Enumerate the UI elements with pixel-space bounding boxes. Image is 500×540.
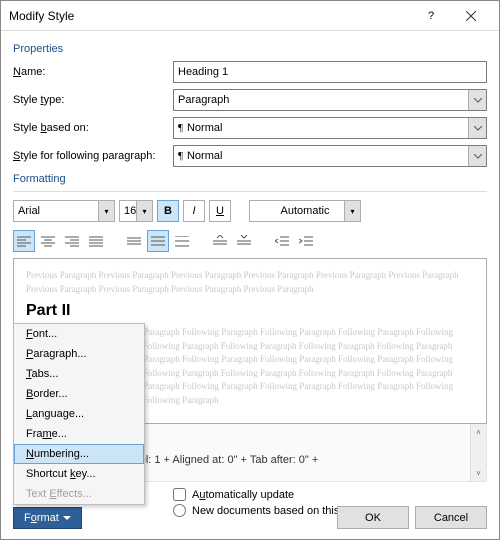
space-before-dec-button[interactable] xyxy=(233,230,255,252)
chevron-down-icon: ▾ xyxy=(344,201,360,221)
pilcrow-icon: ¶ xyxy=(178,122,183,134)
font-color-select[interactable]: Automatic ▾ xyxy=(249,200,361,222)
menu-item-numbering[interactable]: Numbering... xyxy=(14,444,144,464)
format-button[interactable]: Format xyxy=(13,507,82,529)
align-justify-button[interactable] xyxy=(85,230,107,252)
menu-item-shortcut[interactable]: Shortcut key... xyxy=(14,464,144,484)
chevron-down-icon xyxy=(468,90,486,110)
underline-button[interactable]: U xyxy=(209,200,231,222)
formatting-section-label: Formatting xyxy=(13,173,487,185)
following-label: Style for following paragraph: xyxy=(13,150,173,162)
style-type-label: Style type: xyxy=(13,94,173,106)
decrease-indent-button[interactable] xyxy=(271,230,293,252)
scroll-up-icon[interactable]: ˄ xyxy=(471,424,486,440)
scroll-down-icon[interactable]: ˅ xyxy=(471,465,486,481)
close-button[interactable] xyxy=(451,2,491,30)
preview-sample-text: Part II xyxy=(26,302,474,320)
chevron-down-icon: ▾ xyxy=(98,201,114,221)
help-button[interactable]: ? xyxy=(411,2,451,30)
dropdown-triangle-icon xyxy=(63,516,71,520)
auto-update-checkbox[interactable] xyxy=(173,488,186,501)
menu-item-frame[interactable]: Frame... xyxy=(14,424,144,444)
menu-item-paragraph[interactable]: Paragraph... xyxy=(14,344,144,364)
menu-item-border[interactable]: Border... xyxy=(14,384,144,404)
description-scrollbar[interactable]: ˄ ˅ xyxy=(470,424,486,481)
name-label: Name: xyxy=(13,66,173,78)
space-before-inc-button[interactable] xyxy=(209,230,231,252)
style-type-value: Paragraph xyxy=(178,94,229,106)
align-center-button[interactable] xyxy=(37,230,59,252)
format-popup-menu: Font... Paragraph... Tabs... Border... L… xyxy=(13,323,145,505)
based-on-label: Style based on: xyxy=(13,122,173,134)
line-spacing-1-button[interactable] xyxy=(123,230,145,252)
chevron-down-icon xyxy=(468,118,486,138)
properties-section-label: Properties xyxy=(13,43,487,55)
cancel-button[interactable]: Cancel xyxy=(415,506,487,529)
following-select[interactable]: ¶ Normal xyxy=(173,145,487,167)
bold-button[interactable]: B xyxy=(157,200,179,222)
font-family-select[interactable]: Arial ▾ xyxy=(13,200,115,222)
pilcrow-icon: ¶ xyxy=(178,150,183,162)
preview-previous-text: Previous Paragraph Previous Paragraph Pr… xyxy=(26,269,474,296)
ok-button[interactable]: OK xyxy=(337,506,409,529)
style-type-select[interactable]: Paragraph xyxy=(173,89,487,111)
font-size-select[interactable]: 16 ▾ xyxy=(119,200,153,222)
name-input[interactable] xyxy=(173,61,487,83)
line-spacing-15-button[interactable] xyxy=(147,230,169,252)
auto-update-label: Automatically update xyxy=(192,489,294,501)
menu-item-text-effects: Text Effects... xyxy=(14,484,144,504)
following-value: Normal xyxy=(187,150,222,162)
based-on-select[interactable]: ¶ Normal xyxy=(173,117,487,139)
increase-indent-button[interactable] xyxy=(295,230,317,252)
align-right-button[interactable] xyxy=(61,230,83,252)
italic-button[interactable]: I xyxy=(183,200,205,222)
align-left-button[interactable] xyxy=(13,230,35,252)
menu-item-tabs[interactable]: Tabs... xyxy=(14,364,144,384)
dialog-title: Modify Style xyxy=(9,9,411,23)
titlebar: Modify Style ? xyxy=(1,1,499,31)
chevron-down-icon: ▾ xyxy=(136,201,152,221)
divider xyxy=(13,191,487,192)
based-on-value: Normal xyxy=(187,122,222,134)
menu-item-language[interactable]: Language... xyxy=(14,404,144,424)
chevron-down-icon xyxy=(468,146,486,166)
line-spacing-2-button[interactable] xyxy=(171,230,193,252)
menu-item-font[interactable]: Font... xyxy=(14,324,144,344)
